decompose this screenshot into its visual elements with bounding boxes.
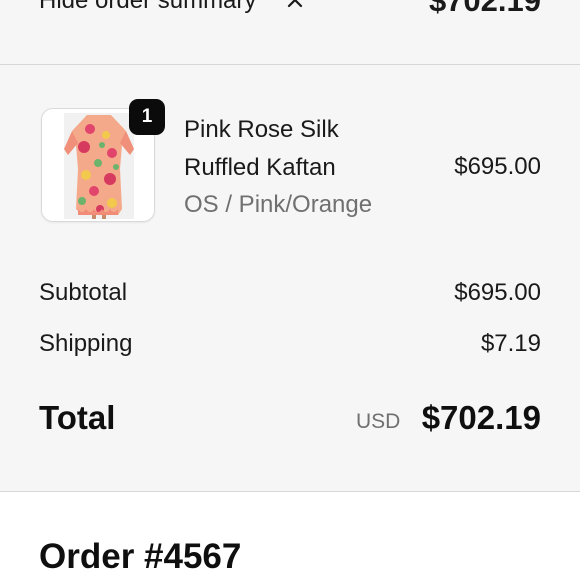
currency-code: USD xyxy=(356,410,401,433)
hide-order-summary-link[interactable]: Hide order summary xyxy=(39,0,256,16)
quantity-badge: 1 xyxy=(129,99,165,135)
order-summary-panel: Hide order summary $702.19 1 Pink Rose S… xyxy=(0,0,580,492)
product-name: Pink Rose Silk Ruffled Kaftan xyxy=(184,116,339,181)
order-summary-toggle[interactable]: Hide order summary $702.19 xyxy=(0,0,580,65)
product-variant: OS / Pink/Orange xyxy=(184,191,373,218)
subtotal-value: $695.00 xyxy=(454,279,541,306)
shipping-label: Shipping xyxy=(39,330,133,357)
order-number-heading: Order #4567 xyxy=(39,537,242,576)
total-value: $702.19 xyxy=(421,399,541,436)
total-label: Total xyxy=(39,399,116,436)
header-total-price: $702.19 xyxy=(428,0,541,18)
close-icon[interactable] xyxy=(286,0,306,12)
shipping-value: $7.19 xyxy=(480,330,541,357)
subtotal-label: Subtotal xyxy=(39,279,128,306)
product-price: $695.00 xyxy=(454,153,541,180)
